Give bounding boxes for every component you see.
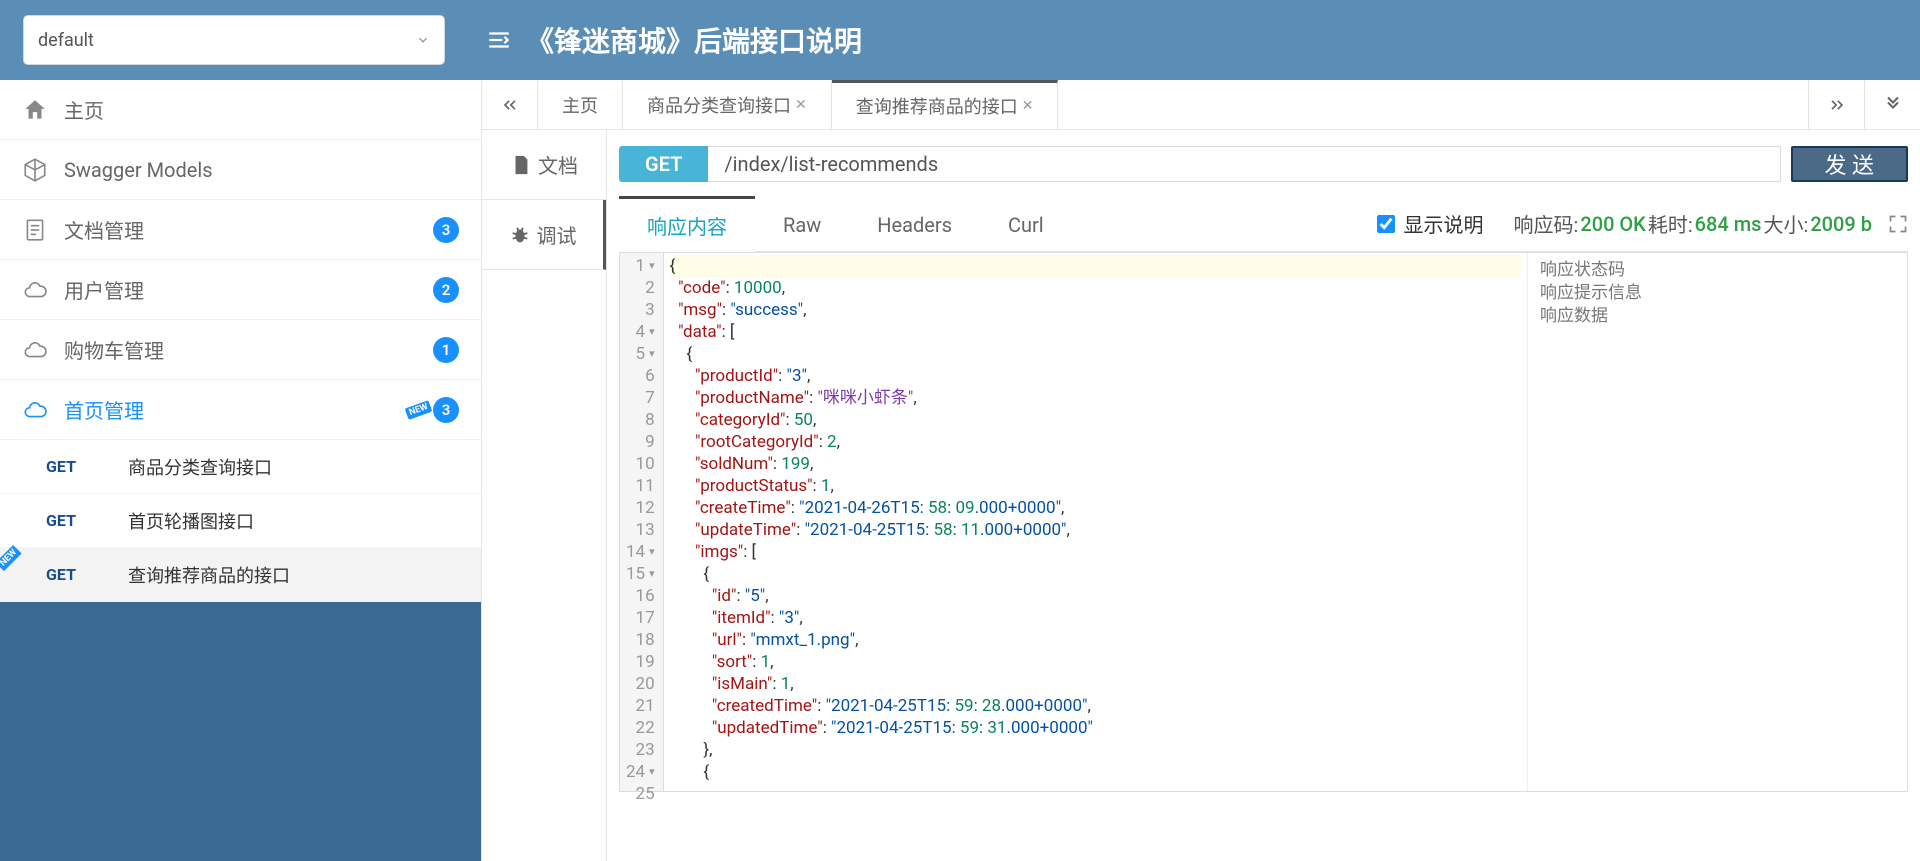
send-button[interactable]: 发 送 <box>1791 146 1908 182</box>
view-tab-label: 文档 <box>538 150 578 179</box>
sidebar-item-label: 首页管理 <box>64 395 144 424</box>
tabs-next-button[interactable] <box>1808 80 1864 129</box>
bug-icon <box>509 224 531 246</box>
api-item[interactable]: GET 首页轮播图接口 <box>0 494 481 548</box>
response-desc-pane: 响应状态码 响应提示信息 响应数据 <box>1527 253 1907 791</box>
tab-home[interactable]: 主页 <box>538 80 623 129</box>
spec-select-value: default <box>38 30 94 51</box>
sidebar-home-label: 主页 <box>64 95 104 124</box>
show-desc-checkbox[interactable] <box>1377 215 1395 233</box>
api-label: 首页轮播图接口 <box>128 508 254 534</box>
count-badge: 3 <box>433 397 459 423</box>
spec-select[interactable]: default <box>24 16 444 64</box>
chevron-down-icon <box>416 33 430 47</box>
cloud-icon <box>22 337 48 363</box>
api-label: 商品分类查询接口 <box>128 454 272 480</box>
http-method: GET <box>46 511 92 530</box>
view-tab-doc[interactable]: 文档 <box>482 130 606 200</box>
view-tabs: 文档 调试 <box>482 130 607 861</box>
resp-tab-curl[interactable]: Curl <box>980 196 1072 252</box>
tab-label: 查询推荐商品的接口 <box>856 93 1018 119</box>
http-method: GET <box>46 565 92 584</box>
tabs-menu-button[interactable] <box>1864 80 1920 129</box>
sidebar-item-cart[interactable]: 购物车管理 1 <box>0 320 481 380</box>
home-icon <box>22 97 48 123</box>
api-label: 查询推荐商品的接口 <box>128 562 290 588</box>
menu-toggle-icon[interactable] <box>486 27 512 53</box>
count-badge: 3 <box>433 217 459 243</box>
sidebar-swagger-models[interactable]: Swagger Models <box>0 140 481 200</box>
tab-label: 商品分类查询接口 <box>647 92 791 118</box>
app-title: 《锋迷商城》后端接口说明 <box>526 20 862 60</box>
show-desc-toggle[interactable]: 显示说明 <box>1377 209 1483 238</box>
sidebar-fill <box>0 602 481 861</box>
new-badge: NEW <box>404 400 432 420</box>
resp-tab-content[interactable]: 响应内容 <box>619 196 755 252</box>
file-icon <box>510 154 532 176</box>
cube-icon <box>22 157 48 183</box>
api-item[interactable]: GET 查询推荐商品的接口 <box>0 548 481 602</box>
url-input[interactable]: /index/list-recommends <box>708 146 1780 182</box>
count-badge: 1 <box>433 337 459 363</box>
document-icon <box>22 217 48 243</box>
cloud-icon <box>22 277 48 303</box>
sidebar-item-index[interactable]: 首页管理 NEW 3 <box>0 380 481 440</box>
view-tab-debug[interactable]: 调试 <box>482 200 606 270</box>
count-badge: 2 <box>433 277 459 303</box>
sidebar: 主页 Swagger Models 文档管理 3 用户管理 <box>0 80 482 861</box>
tab-label: 主页 <box>562 92 598 118</box>
resp-tab-raw[interactable]: Raw <box>755 196 849 252</box>
sidebar-item-label: 文档管理 <box>64 215 144 244</box>
view-tab-label: 调试 <box>537 220 577 249</box>
line-gutter: 1▾234▾5▾67891011121314▾15▾16171819202122… <box>620 253 664 791</box>
sidebar-swagger-label: Swagger Models <box>64 158 213 182</box>
cloud-icon <box>22 397 48 423</box>
close-icon[interactable]: ✕ <box>795 97 807 113</box>
close-icon[interactable]: ✕ <box>1022 98 1034 114</box>
http-method: GET <box>46 457 92 476</box>
sidebar-item-label: 用户管理 <box>64 275 144 304</box>
tab-api-2[interactable]: 查询推荐商品的接口✕ <box>832 80 1059 129</box>
response-stats: 响应码:200 OK 耗时:684 ms 大小:2009 b <box>1513 209 1908 238</box>
sidebar-home[interactable]: 主页 <box>0 80 481 140</box>
api-item[interactable]: GET 商品分类查询接口 <box>0 440 481 494</box>
sidebar-item-label: 购物车管理 <box>64 335 164 364</box>
tabs-prev-button[interactable] <box>482 80 538 129</box>
tab-bar: 主页 商品分类查询接口✕ 查询推荐商品的接口✕ <box>482 80 1920 130</box>
response-body[interactable]: { "code": 10000, "msg": "success", "data… <box>664 253 1527 791</box>
sidebar-item-docs[interactable]: 文档管理 3 <box>0 200 481 260</box>
show-desc-label: 显示说明 <box>1403 209 1483 238</box>
expand-icon[interactable] <box>1888 214 1908 234</box>
http-method-pill: GET <box>619 146 708 182</box>
sidebar-item-users[interactable]: 用户管理 2 <box>0 260 481 320</box>
resp-tab-headers[interactable]: Headers <box>849 196 980 252</box>
response-editor: 1▾234▾5▾67891011121314▾15▾16171819202122… <box>619 252 1908 792</box>
tab-api-1[interactable]: 商品分类查询接口✕ <box>623 80 832 129</box>
